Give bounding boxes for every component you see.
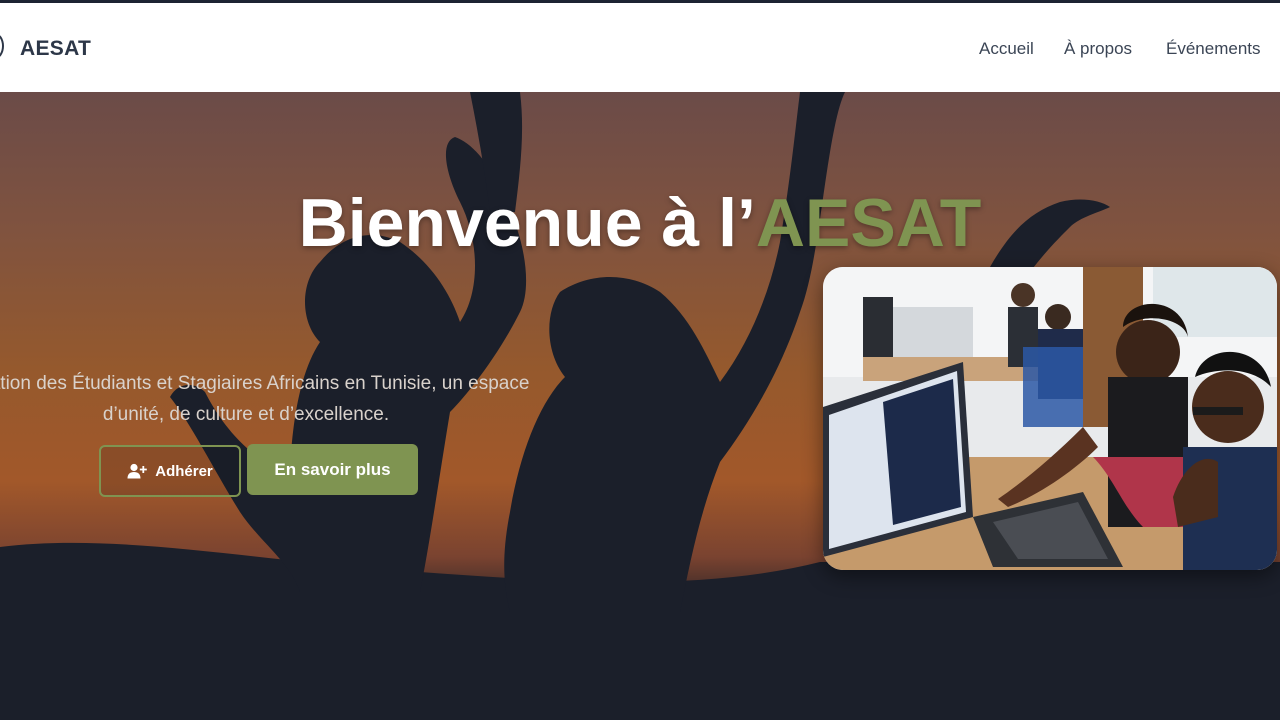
learn-more-button-label: En savoir plus bbox=[274, 459, 391, 479]
site-header: AESAT Accueil À propos Événements bbox=[0, 3, 1280, 92]
hero-title: Bienvenue à l’AESAT bbox=[0, 184, 1280, 262]
hero-title-main: Bienvenue à l’ bbox=[298, 184, 756, 261]
hero-description-line-1: ciation des Étudiants et Stagiaires Afri… bbox=[0, 373, 530, 394]
nav-link-accueil[interactable]: Accueil bbox=[979, 39, 1034, 59]
user-plus-icon bbox=[127, 463, 148, 479]
join-button-label: Adhérer bbox=[155, 462, 213, 480]
brand-name[interactable]: AESAT bbox=[20, 37, 91, 61]
hero-title-accent: AESAT bbox=[755, 184, 982, 261]
learn-more-button[interactable]: En savoir plus bbox=[247, 444, 418, 495]
nav-link-evenements[interactable]: Événements bbox=[1166, 39, 1261, 59]
join-button[interactable]: Adhérer bbox=[99, 445, 241, 497]
nav-link-a-propos[interactable]: À propos bbox=[1064, 39, 1132, 59]
hero-photo bbox=[823, 267, 1277, 570]
hero-description-line-2: d’unité, de culture et d’excellence. bbox=[102, 404, 390, 425]
hero-section: Bienvenue à l’AESAT ciation des Étudiant… bbox=[0, 92, 1280, 720]
logo-icon[interactable] bbox=[0, 33, 4, 59]
hero-description: ciation des Étudiants et Stagiaires Afri… bbox=[0, 368, 530, 430]
office-photo-illustration bbox=[823, 267, 1277, 570]
